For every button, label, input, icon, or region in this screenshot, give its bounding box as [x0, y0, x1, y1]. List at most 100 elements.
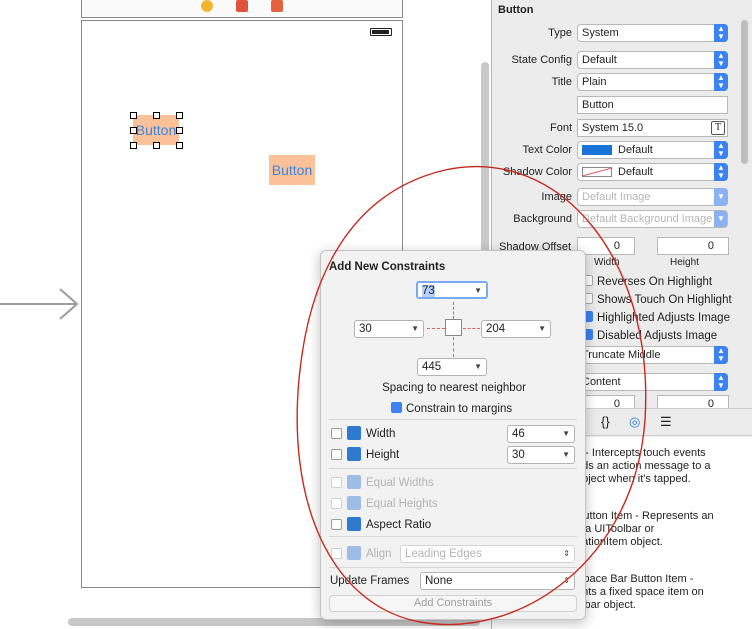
- line-break-value: Truncate Middle: [582, 349, 661, 361]
- chevron-down-icon: ▼: [411, 324, 419, 333]
- shows-touch-checkbox[interactable]: Shows Touch On Highlight: [582, 293, 732, 306]
- chevron-updown-icon: ▲ ▼: [714, 73, 728, 91]
- edge-popup[interactable]: Content ▲ ▼: [577, 373, 728, 391]
- height-checkbox[interactable]: [331, 449, 342, 460]
- height-label: Height: [366, 449, 400, 461]
- reverses-on-highlight-checkbox[interactable]: Reverses On Highlight: [582, 275, 712, 288]
- title-text-field[interactable]: Button: [577, 96, 728, 114]
- line-break-popup[interactable]: Truncate Middle ▲ ▼: [577, 346, 728, 364]
- add-constraints-button[interactable]: Add Constraints: [329, 595, 577, 612]
- chevron-down-icon: ▼: [714, 211, 727, 227]
- top-spacing-value: 73: [422, 285, 435, 297]
- right-strut-icon[interactable]: [463, 328, 480, 329]
- align-value: Leading Edges: [405, 548, 482, 560]
- media-library-icon[interactable]: ☰: [660, 414, 672, 430]
- library-item-bar-button[interactable]: Button Item - Represents an n a UIToolba…: [576, 510, 726, 549]
- state-config-popup[interactable]: Default ▲ ▼: [577, 51, 728, 69]
- bottom-spacing-value: 445: [422, 361, 442, 373]
- library-item-fixed-space[interactable]: Space Bar Button Item - ents a fixed spa…: [576, 573, 726, 612]
- library-item-button[interactable]: n - Intercepts touch events nds an actio…: [576, 447, 726, 486]
- first-responder-icon[interactable]: [236, 0, 248, 12]
- width-value: 46: [512, 428, 525, 440]
- resize-handle[interactable]: [176, 142, 183, 149]
- align-icon: [347, 546, 361, 560]
- equal-widths-label: Equal Widths: [366, 477, 434, 489]
- inspector-scrollbar[interactable]: [741, 20, 748, 164]
- align-popup[interactable]: Leading Edges ⇕: [400, 545, 575, 563]
- resize-handle[interactable]: [153, 112, 160, 119]
- resize-handle[interactable]: [176, 112, 183, 119]
- checkbox-label: Highlighted Adjusts Image: [597, 312, 730, 324]
- resize-handle[interactable]: [176, 127, 183, 134]
- width-value-field[interactable]: 46 ▼: [507, 425, 575, 443]
- font-value: System 15.0: [582, 122, 644, 134]
- title-popup[interactable]: Plain ▲ ▼: [577, 73, 728, 91]
- image-combo[interactable]: Default Image ▼: [577, 188, 728, 206]
- exit-icon[interactable]: [271, 0, 283, 12]
- shadow-offset-width[interactable]: 0: [577, 237, 635, 255]
- shadow-color-popup[interactable]: Default ▲ ▼: [577, 163, 728, 181]
- code-snippet-icon[interactable]: {}: [601, 414, 610, 429]
- left-strut-icon[interactable]: [427, 328, 445, 329]
- view-controller-icon[interactable]: [201, 0, 213, 12]
- text-color-popup[interactable]: Default ▲ ▼: [577, 141, 728, 159]
- resize-handle[interactable]: [130, 112, 137, 119]
- align-checkbox[interactable]: [331, 548, 342, 559]
- disabled-adjusts-checkbox[interactable]: Disabled Adjusts Image: [582, 329, 717, 342]
- font-field[interactable]: System 15.0 T: [577, 119, 728, 137]
- resize-handle[interactable]: [130, 127, 137, 134]
- top-spacing-field[interactable]: 73 ▼: [416, 281, 488, 299]
- shadow-color-label: Shadow Color: [502, 166, 572, 178]
- update-frames-popup[interactable]: None ⇕: [420, 572, 575, 590]
- scene-dock-icons: [197, 0, 292, 14]
- chevron-updown-icon: ▲ ▼: [714, 163, 728, 181]
- popover-title: Add New Constraints: [329, 261, 446, 273]
- resize-handle[interactable]: [153, 142, 160, 149]
- spacing-caption: Spacing to nearest neighbor: [382, 382, 526, 394]
- width-constraint-icon: [347, 426, 361, 440]
- shadow-offset-height[interactable]: 0: [657, 237, 729, 255]
- highlighted-adjusts-checkbox[interactable]: Highlighted Adjusts Image: [582, 311, 730, 324]
- chevron-updown-icon: ⇕: [563, 549, 570, 558]
- edge-value: Content: [582, 376, 621, 388]
- chevron-down-icon: ▼: [562, 450, 570, 459]
- height-value: 30: [512, 449, 525, 461]
- bottom-spacing-field[interactable]: 445 ▼: [417, 358, 487, 376]
- inset-right-field[interactable]: 0: [657, 395, 729, 409]
- selected-button[interactable]: Button: [133, 115, 179, 145]
- aspect-ratio-icon: [347, 517, 361, 531]
- width-label: Width: [366, 428, 396, 440]
- divider: [329, 567, 577, 568]
- equal-widths-checkbox[interactable]: [331, 477, 342, 488]
- divider: [329, 536, 577, 537]
- section-header: Button: [498, 4, 534, 16]
- battery-icon: [370, 28, 392, 36]
- equal-heights-checkbox[interactable]: [331, 498, 342, 509]
- object-library-icon[interactable]: ◎: [629, 414, 640, 430]
- bottom-strut-icon[interactable]: [453, 337, 454, 357]
- checkbox-label: Shows Touch On Highlight: [597, 294, 732, 306]
- background-combo[interactable]: Default Background Image ▼: [577, 210, 728, 228]
- constrain-margins-label: Constrain to margins: [406, 403, 513, 415]
- resize-handle[interactable]: [130, 142, 137, 149]
- shadow-color-value: Default: [618, 166, 653, 178]
- right-spacing-field[interactable]: 204 ▼: [481, 320, 551, 338]
- text-color-swatch: [582, 145, 612, 156]
- chevron-updown-icon: ▲ ▼: [714, 51, 728, 69]
- top-strut-icon[interactable]: [453, 302, 454, 319]
- height-value-field[interactable]: 30 ▼: [507, 446, 575, 464]
- chevron-updown-icon: ▲ ▼: [714, 141, 728, 159]
- type-label: Type: [548, 27, 572, 39]
- entry-point-arrow-icon: [0, 288, 79, 320]
- chevron-updown-icon: ▲ ▼: [714, 373, 728, 391]
- title-label: Title: [551, 76, 572, 88]
- type-popup[interactable]: System ▲ ▼: [577, 24, 728, 42]
- aspect-ratio-checkbox[interactable]: [331, 519, 342, 530]
- shadow-color-swatch: [582, 167, 612, 178]
- constrain-margins-checkbox[interactable]: Constrain to margins: [391, 402, 512, 415]
- button[interactable]: Button: [269, 155, 315, 185]
- width-checkbox[interactable]: [331, 428, 342, 439]
- left-spacing-field[interactable]: 30 ▼: [354, 320, 424, 338]
- equal-widths-icon: [347, 475, 361, 489]
- font-picker-icon[interactable]: T: [711, 121, 725, 135]
